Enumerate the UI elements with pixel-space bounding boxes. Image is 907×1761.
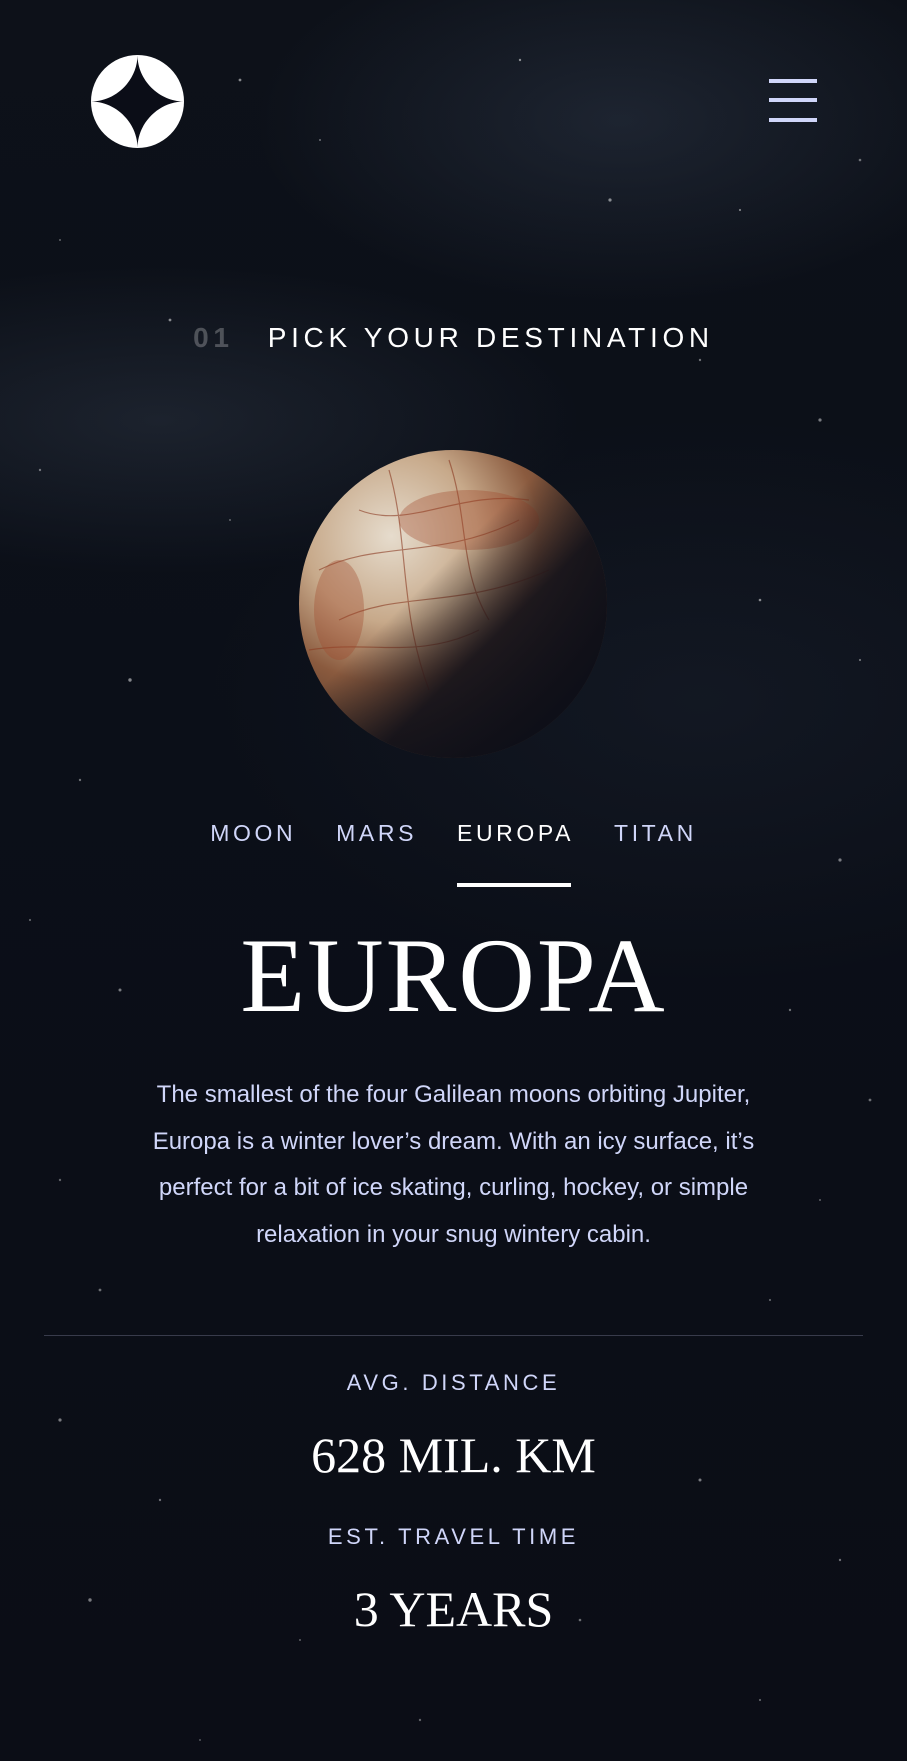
europa-planet-image bbox=[299, 450, 607, 758]
tab-label: Moon bbox=[210, 820, 297, 846]
tab-europa[interactable]: Europa bbox=[457, 820, 574, 887]
tab-titan[interactable]: Titan bbox=[614, 820, 697, 887]
star-logo-icon bbox=[91, 55, 184, 148]
destination-tabs: Moon Mars Europa Titan bbox=[0, 820, 907, 887]
tab-label: Mars bbox=[336, 820, 418, 846]
section-heading: 01 Pick your destination bbox=[0, 322, 907, 354]
section-number: 01 bbox=[193, 322, 234, 353]
divider bbox=[44, 1335, 863, 1336]
avg-distance-value: 628 mil. km bbox=[311, 1427, 596, 1483]
avg-distance-label: Avg. distance bbox=[346, 1370, 561, 1395]
tab-label: Titan bbox=[614, 820, 697, 846]
destination-title: Europa bbox=[240, 917, 667, 1034]
destination-description: The smallest of the four Galilean moons … bbox=[152, 1081, 755, 1248]
tab-mars[interactable]: Mars bbox=[336, 820, 417, 887]
section-title: Pick your destination bbox=[267, 322, 714, 353]
travel-time-value: 3 years bbox=[353, 1581, 554, 1637]
travel-time-label: Est. travel time bbox=[327, 1524, 580, 1549]
tab-moon[interactable]: Moon bbox=[210, 820, 296, 887]
active-tab-indicator bbox=[457, 883, 572, 887]
logo-icon[interactable] bbox=[91, 55, 184, 148]
hamburger-menu-icon[interactable] bbox=[769, 79, 817, 122]
tab-label: Europa bbox=[457, 820, 575, 846]
